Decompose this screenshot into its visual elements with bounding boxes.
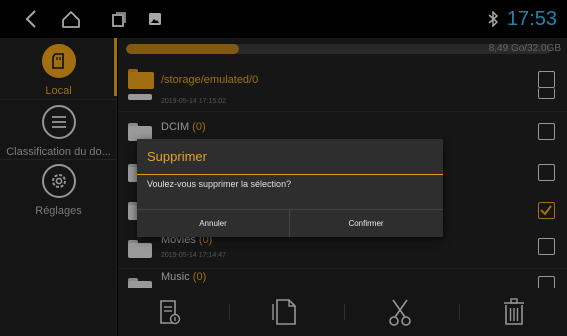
delete-confirm-dialog: Supprimer Voulez-vous supprimer la sélec… [137, 139, 443, 237]
dialog-message: Voulez-vous supprimer la sélection? [147, 179, 292, 189]
dialog-title: Supprimer [147, 149, 207, 164]
confirm-button[interactable]: Confirmer [290, 210, 442, 237]
dialog-title-divider [137, 174, 443, 175]
cancel-button[interactable]: Annuler [137, 210, 289, 237]
